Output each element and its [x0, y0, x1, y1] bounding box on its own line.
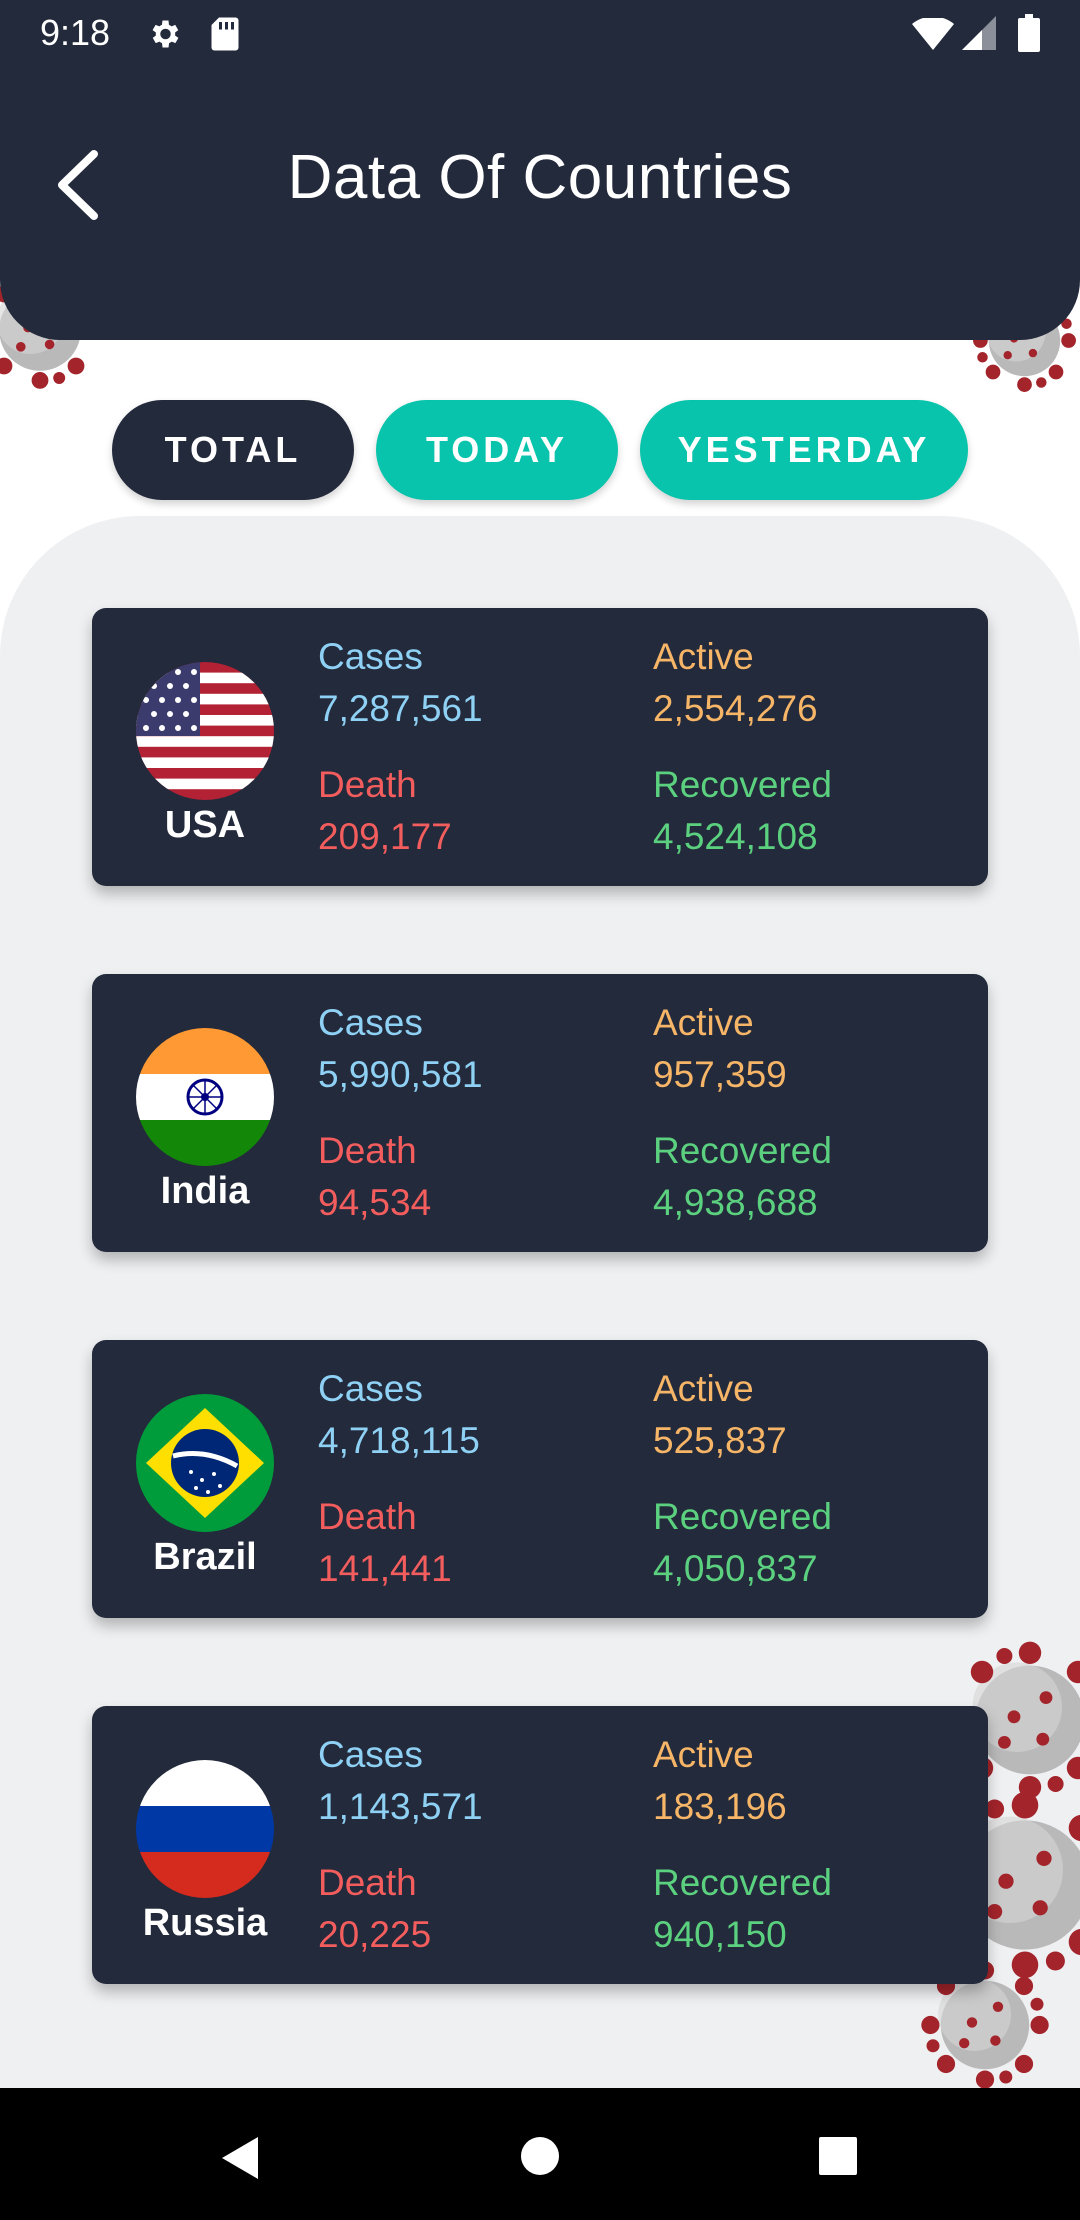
recovered-label: Recovered	[653, 1862, 832, 1903]
cases-label: Cases	[318, 1368, 423, 1409]
country-card-india[interactable]: India Cases 5,990,581 Active 957,359 Dea…	[92, 974, 988, 1252]
cases-value: 1,143,571	[318, 1786, 483, 1827]
usa-flag-icon	[136, 662, 274, 800]
death-value: 141,441	[318, 1548, 452, 1589]
recovered-label: Recovered	[653, 764, 832, 805]
recovered-value: 4,938,688	[653, 1182, 818, 1223]
recovered-value: 940,150	[653, 1914, 787, 1955]
active-label: Active	[653, 1368, 754, 1409]
active-value: 2,554,276	[653, 688, 818, 729]
page-title: Data Of Countries	[287, 143, 793, 212]
recovered-label: Recovered	[653, 1130, 832, 1171]
cases-label: Cases	[318, 636, 423, 677]
death-label: Death	[318, 1130, 417, 1171]
tab-yesterday[interactable]: YESTERDAY	[640, 400, 968, 500]
recovered-label: Recovered	[653, 1496, 832, 1537]
recovered-value: 4,050,837	[653, 1548, 818, 1589]
nav-home-icon[interactable]	[520, 2136, 560, 2176]
active-value: 183,196	[653, 1786, 787, 1827]
death-value: 209,177	[318, 816, 452, 857]
cases-value: 7,287,561	[318, 688, 483, 729]
country-card-russia[interactable]: Russia Cases 1,143,571 Active 183,196 De…	[92, 1706, 988, 1984]
cases-label: Cases	[318, 1734, 423, 1775]
nav-recents-icon[interactable]	[818, 2136, 858, 2176]
active-value: 525,837	[653, 1420, 787, 1461]
death-label: Death	[318, 764, 417, 805]
death-label: Death	[318, 1496, 417, 1537]
india-flag-icon	[136, 1028, 274, 1166]
death-label: Death	[318, 1862, 417, 1903]
active-label: Active	[653, 636, 754, 677]
status-bar: 9:18	[0, 0, 1080, 66]
tab-total[interactable]: TOTAL	[112, 400, 354, 500]
active-value: 957,359	[653, 1054, 787, 1095]
death-value: 94,534	[318, 1182, 432, 1223]
navigation-bar	[0, 2088, 1080, 2220]
status-time: 9:18	[40, 12, 111, 53]
country-name: USA	[164, 804, 246, 846]
tab-today[interactable]: TODAY	[376, 400, 618, 500]
country-card-brazil[interactable]: Brazil Cases 4,718,115 Active 525,837 De…	[92, 1340, 988, 1618]
cases-label: Cases	[318, 1002, 423, 1043]
active-label: Active	[653, 1734, 754, 1775]
country-name: India	[160, 1170, 250, 1212]
gear-icon	[152, 20, 179, 48]
wifi-icon	[912, 18, 954, 50]
signal-icon	[962, 16, 996, 50]
filter-tabs: TOTAL TODAY YESTERDAY	[0, 400, 1080, 500]
battery-icon	[1018, 14, 1040, 52]
recovered-value: 4,524,108	[653, 816, 818, 857]
nav-back-icon[interactable]	[218, 2134, 262, 2182]
country-name: Russia	[142, 1902, 268, 1944]
brazil-flag-icon	[136, 1394, 274, 1532]
cases-value: 5,990,581	[318, 1054, 483, 1095]
death-value: 20,225	[318, 1914, 432, 1955]
cases-value: 4,718,115	[318, 1420, 480, 1461]
russia-flag-icon	[136, 1760, 274, 1898]
country-name: Brazil	[153, 1536, 257, 1578]
sd-card-icon	[211, 17, 239, 51]
country-card-usa[interactable]: USA Cases 7,287,561 Active 2,554,276 Dea…	[92, 608, 988, 886]
active-label: Active	[653, 1002, 754, 1043]
